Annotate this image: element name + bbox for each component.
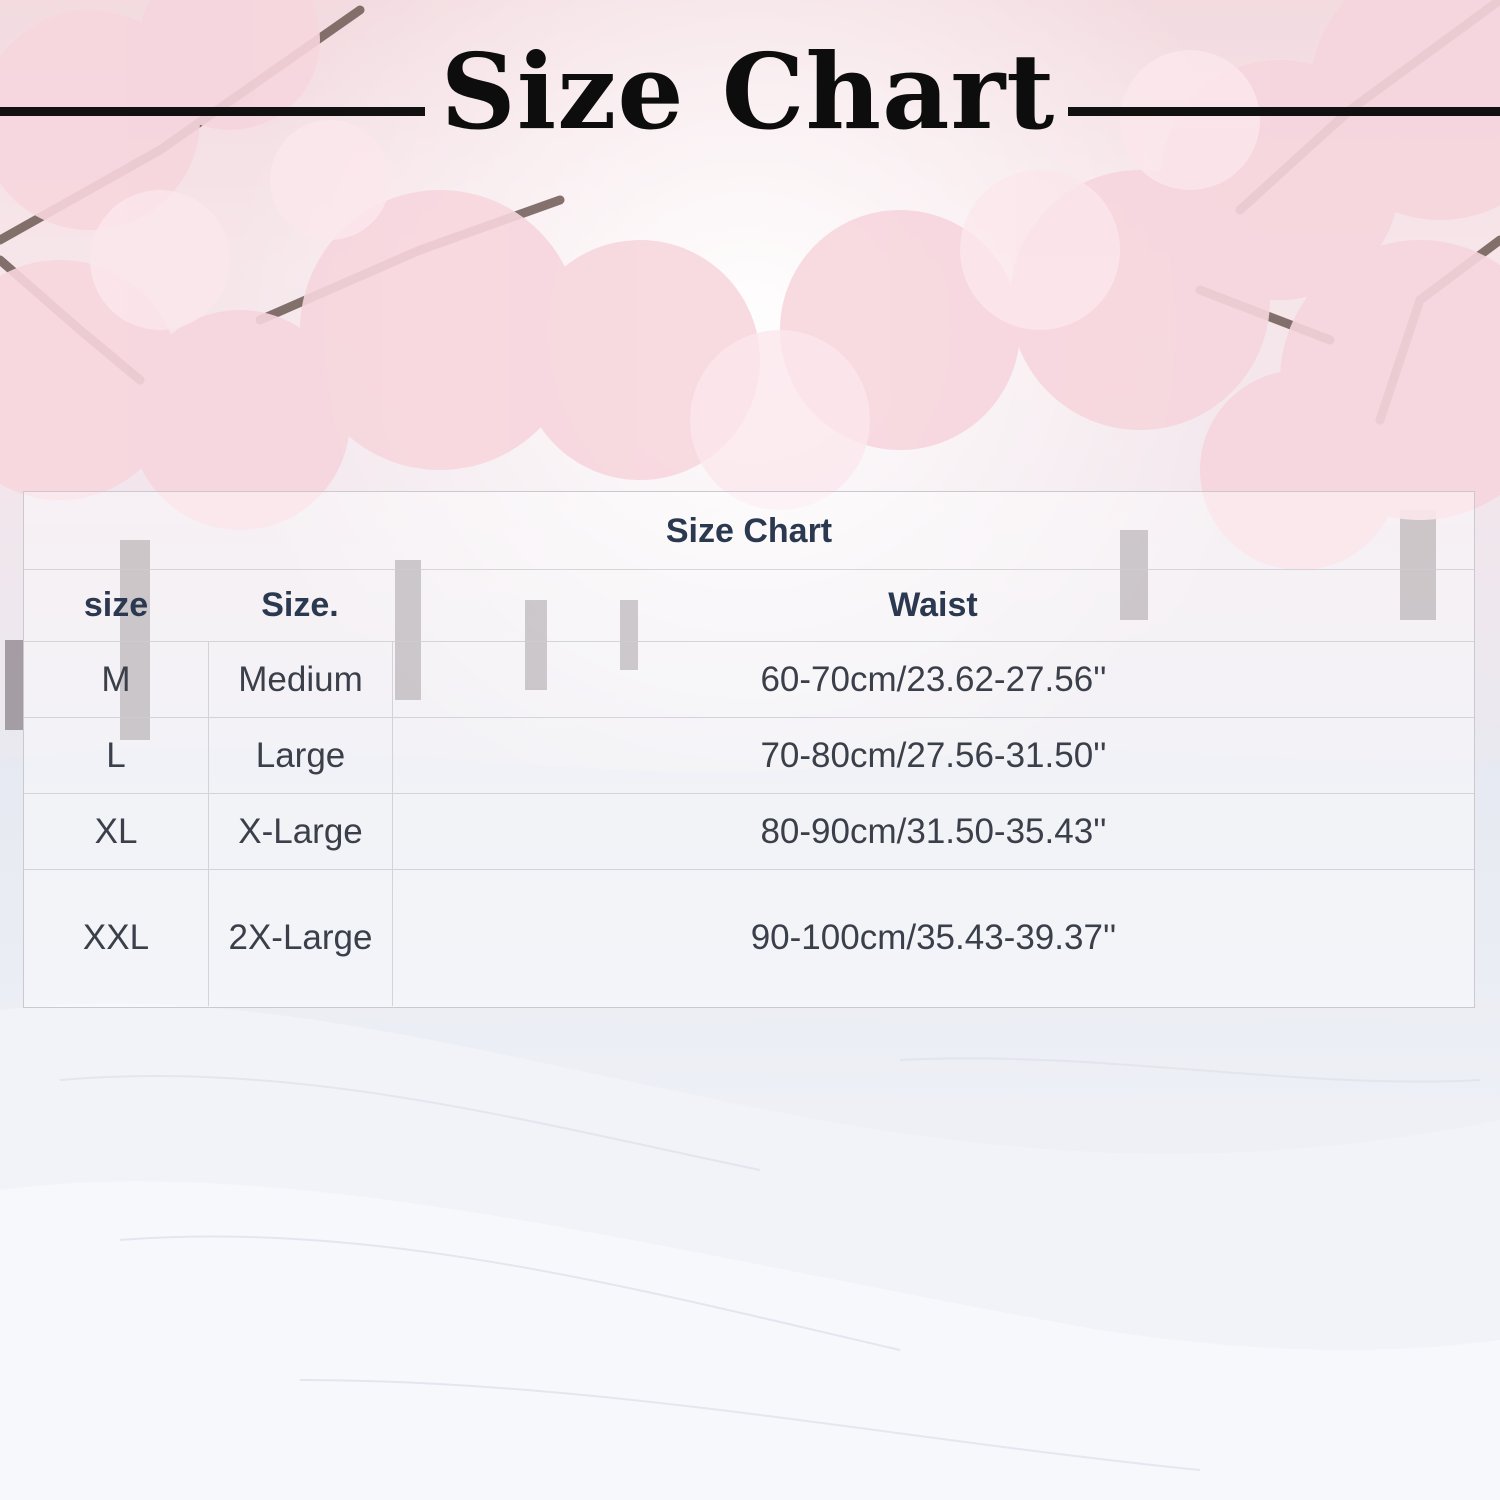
cell-size-name: X-Large	[208, 794, 392, 869]
cell-size: XL	[94, 811, 138, 851]
cell-waist: 90-100cm/35.43-39.37''	[392, 870, 1474, 1006]
page-header: Size Chart	[0, 22, 1500, 162]
cell-waist: 80-90cm/31.50-35.43''	[392, 794, 1474, 869]
cell-size: XXL	[82, 918, 150, 957]
title-rule-left	[0, 107, 425, 116]
page-title: Size Chart	[440, 30, 1056, 153]
table-row: M Medium 60-70cm/23.62-27.56''	[24, 642, 1474, 718]
table-row: XL X-Large 80-90cm/31.50-35.43''	[24, 794, 1474, 870]
header-size: size	[83, 586, 149, 624]
cell-size: L	[106, 735, 126, 775]
size-chart-table: Size Chart size Size. Waist M Medium 60-…	[23, 491, 1475, 1008]
cell-size-name: Medium	[208, 642, 392, 717]
cell-waist: 70-80cm/27.56-31.50''	[392, 718, 1474, 793]
header-waist: Waist	[888, 586, 978, 624]
header-size-name: Size.	[261, 586, 339, 624]
cell-size-name: Large	[208, 718, 392, 793]
cell-size: M	[101, 659, 131, 699]
cell-waist: 60-70cm/23.62-27.56''	[392, 642, 1474, 717]
title-rule-right	[1068, 107, 1500, 116]
table-caption: Size Chart	[24, 492, 1474, 570]
table-row: L Large 70-80cm/27.56-31.50''	[24, 718, 1474, 794]
cell-size-name: 2X-Large	[208, 870, 392, 1006]
table-row: XXL 2X-Large 90-100cm/35.43-39.37''	[24, 870, 1474, 1006]
table-header-row: size Size. Waist	[24, 570, 1474, 642]
